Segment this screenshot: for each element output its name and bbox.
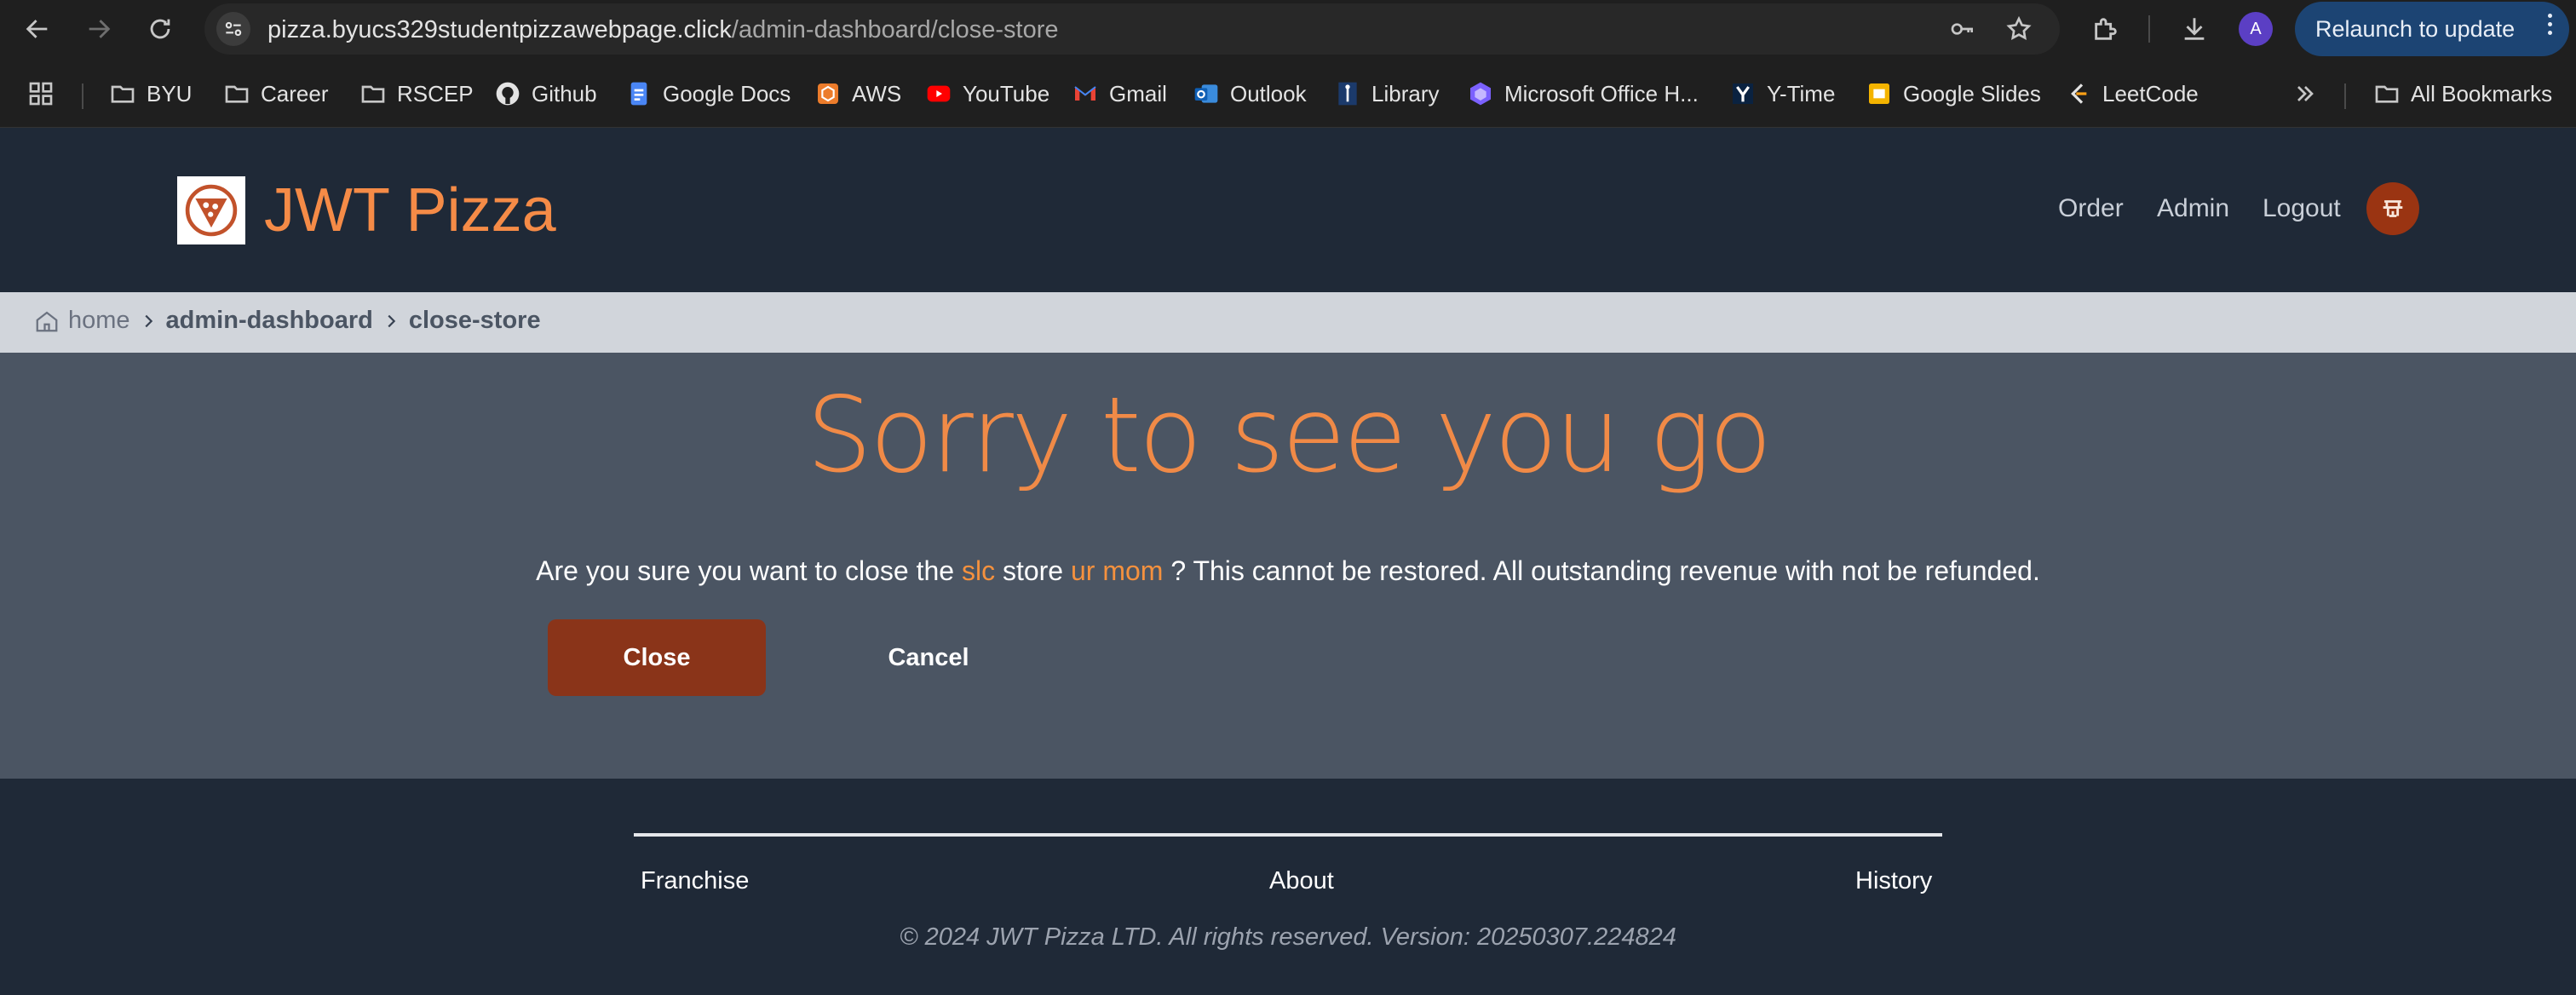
relaunch-button[interactable]: Relaunch to update <box>2295 2 2569 56</box>
folder-icon <box>223 80 250 107</box>
bookmark-label: Career <box>261 80 329 106</box>
bookmark-y-time[interactable]: Y-Time <box>1729 77 1835 111</box>
forward-icon[interactable] <box>78 9 119 49</box>
home-icon <box>36 311 58 331</box>
breadcrumb-admin-dashboard[interactable]: admin-dashboard <box>166 307 373 335</box>
bookmark-aws[interactable]: AWS <box>814 77 901 111</box>
library-icon <box>1334 80 1361 107</box>
confirm-suffix: ? This cannot be restored. All outstandi… <box>1170 555 2040 586</box>
folder-icon <box>109 80 136 107</box>
bookmark-gmail[interactable]: Gmail <box>1072 77 1167 111</box>
confirm-message: Are you sure you want to close the slc s… <box>0 555 2576 587</box>
leetcode-icon <box>2065 80 2092 107</box>
browser-toolbar: pizza.byucs329studentpizzawebpage.click/… <box>0 0 2576 58</box>
close-button[interactable]: Close <box>548 619 766 696</box>
chevron-right-icon <box>145 314 152 327</box>
footer-link-history[interactable]: History <box>1855 867 1932 895</box>
nav-admin[interactable]: Admin <box>2157 194 2229 223</box>
franchise-name: slc <box>961 555 996 586</box>
store-name: ur mom <box>1070 555 1164 586</box>
chevron-right-icon <box>388 314 396 327</box>
all-bookmarks-label: All Bookmarks <box>2411 80 2553 106</box>
url-path: /admin-dashboard/close-store <box>731 16 1059 43</box>
bookmarks-separator <box>2344 83 2346 109</box>
github-icon <box>494 80 521 107</box>
y-time-icon <box>1729 80 1757 107</box>
youtube-icon <box>925 80 952 107</box>
back-icon[interactable] <box>17 9 58 49</box>
cancel-button[interactable]: Cancel <box>818 619 1039 696</box>
bookmark-label: Github <box>532 80 597 106</box>
more-menu-icon[interactable] <box>2548 14 2552 35</box>
aws-icon <box>814 80 842 107</box>
site-settings-icon[interactable] <box>216 12 250 46</box>
page-title: Sorry to see you go <box>806 375 1773 496</box>
microsoft-office-icon <box>1467 80 1494 107</box>
toolbar-separator <box>2148 15 2150 43</box>
url-host: pizza.byucs329studentpizzawebpage.click <box>267 16 732 43</box>
nav-order[interactable]: Order <box>2058 194 2124 223</box>
folder-icon <box>359 80 387 107</box>
bookmark-label: Library <box>1371 80 1440 106</box>
bookmark-label: Gmail <box>1109 80 1167 106</box>
bookmark-label: BYU <box>147 80 193 106</box>
folder-icon <box>2373 80 2401 107</box>
apps-grid-icon[interactable] <box>27 77 55 111</box>
bookmark-label: YouTube <box>963 80 1050 106</box>
extensions-icon[interactable] <box>2087 10 2125 48</box>
profile-avatar[interactable]: A <box>2239 12 2273 46</box>
confirm-prefix: Are you sure you want to close the <box>536 555 955 586</box>
bookmark-label: Outlook <box>1230 80 1307 106</box>
nav-logout[interactable]: Logout <box>2263 194 2341 223</box>
bookmarks-separator <box>82 83 83 109</box>
breadcrumb: home admin-dashboard close-store <box>0 292 2576 353</box>
bookmark-star-icon[interactable] <box>2002 12 2036 46</box>
bookmark-microsoft-office[interactable]: Microsoft Office H... <box>1467 77 1699 111</box>
bookmark-outlook[interactable]: Outlook <box>1193 77 1307 111</box>
bookmark-library[interactable]: Library <box>1334 77 1439 111</box>
copyright-text: © 2024 JWT Pizza LTD. All rights reserve… <box>900 923 1676 951</box>
confirm-mid: store <box>1002 555 1064 586</box>
bookmark-byu[interactable]: BYU <box>109 77 192 111</box>
bookmark-career[interactable]: Career <box>223 77 328 111</box>
site-footer: Franchise About History © 2024 JWT Pizza… <box>0 779 2576 995</box>
bookmark-google-docs[interactable]: Google Docs <box>625 77 791 111</box>
bookmark-label: Microsoft Office H... <box>1504 80 1699 106</box>
bookmark-rscep[interactable]: RSCEP <box>359 77 474 111</box>
bookmark-label: LeetCode <box>2102 80 2199 106</box>
bookmarks-bar: BYU Career RSCEP Github Google Docs AWS … <box>0 58 2576 128</box>
password-key-icon[interactable] <box>1946 12 1980 46</box>
user-avatar[interactable] <box>2366 182 2419 235</box>
breadcrumb-home-label: home <box>68 307 130 334</box>
google-docs-icon <box>625 80 653 107</box>
bookmark-label: RSCEP <box>397 80 474 106</box>
all-bookmarks[interactable]: All Bookmarks <box>2373 77 2552 111</box>
reload-icon[interactable] <box>140 9 181 49</box>
outlook-icon <box>1193 80 1220 107</box>
footer-link-about[interactable]: About <box>1269 867 1334 895</box>
address-bar[interactable]: pizza.byucs329studentpizzawebpage.click/… <box>204 3 2060 55</box>
bookmark-google-slides[interactable]: Google Slides <box>1866 77 2041 111</box>
url-text[interactable]: pizza.byucs329studentpizzawebpage.click/… <box>267 16 1059 44</box>
bookmark-label: AWS <box>852 80 902 106</box>
bookmark-youtube[interactable]: YouTube <box>925 77 1049 111</box>
site-header: JWT Pizza Order Admin Logout <box>0 128 2576 292</box>
bookmark-label: Google Docs <box>663 80 791 106</box>
breadcrumb-close-store[interactable]: close-store <box>409 307 541 335</box>
gmail-icon <box>1072 80 1099 107</box>
more-bookmarks-icon[interactable] <box>2291 77 2319 111</box>
brand-title[interactable]: JWT Pizza <box>264 175 556 245</box>
breadcrumb-home[interactable]: home <box>34 307 130 335</box>
bookmark-leetcode[interactable]: LeetCode <box>2065 77 2199 111</box>
relaunch-label: Relaunch to update <box>2315 15 2516 42</box>
bookmark-label: Y-Time <box>1767 80 1836 106</box>
footer-divider <box>634 833 1942 837</box>
pizza-logo-icon[interactable] <box>177 176 245 244</box>
google-slides-icon <box>1866 80 1893 107</box>
bookmark-label: Google Slides <box>1903 80 2041 106</box>
close-store-panel: Sorry to see you go Are you sure you wan… <box>0 353 2576 779</box>
downloads-icon[interactable] <box>2176 10 2213 48</box>
bookmark-github[interactable]: Github <box>494 77 597 111</box>
footer-link-franchise[interactable]: Franchise <box>641 867 749 895</box>
